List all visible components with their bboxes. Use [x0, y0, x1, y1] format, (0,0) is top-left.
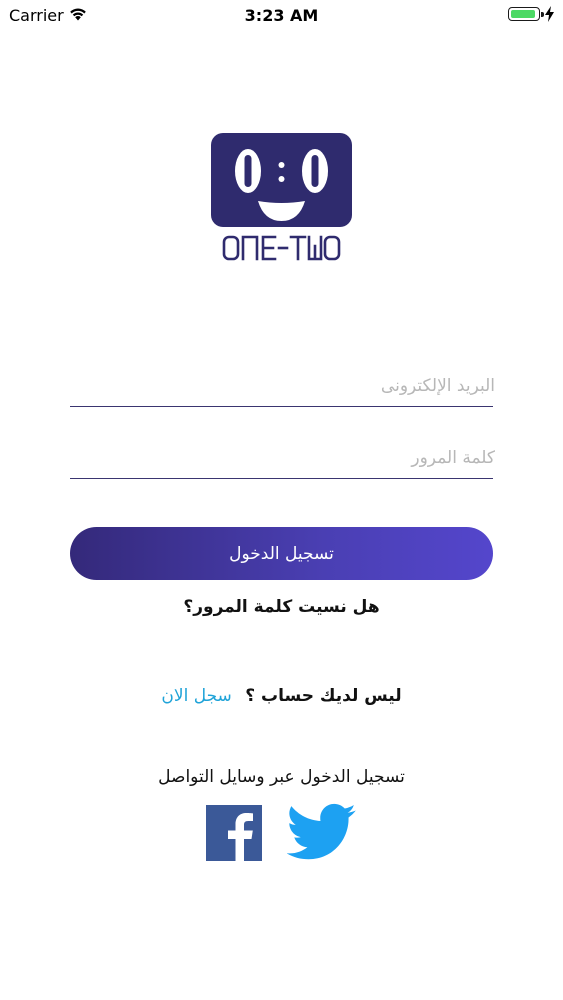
signup-link[interactable]: سجل الان: [161, 686, 231, 706]
status-bar: Carrier 3:23 AM: [0, 0, 563, 30]
password-input[interactable]: [70, 438, 497, 478]
signup-question: ليس لديك حساب ؟: [245, 686, 402, 706]
password-field[interactable]: [70, 438, 497, 479]
logo-wordmark-icon: [222, 235, 341, 261]
charging-icon: [545, 6, 554, 26]
clock: 3:23 AM: [244, 6, 319, 25]
signup-row: ليس لديك حساب ؟ سجل الان: [0, 686, 563, 706]
facebook-icon[interactable]: [206, 805, 262, 861]
email-field[interactable]: [70, 366, 497, 407]
battery-icon: [508, 7, 544, 21]
login-button-label: تسجيل الدخول: [229, 543, 334, 564]
social-login-title: تسجيل الدخول عبر وسايل التواصل: [158, 767, 405, 787]
login-button[interactable]: تسجيل الدخول: [70, 527, 493, 580]
app-logo: [211, 133, 352, 263]
twitter-icon[interactable]: [286, 803, 357, 863]
logo-wordmark: [211, 233, 352, 269]
email-input[interactable]: [70, 366, 497, 406]
logo-face-icon: [211, 133, 352, 227]
forgot-password-link[interactable]: هل نسيت كلمة المرور؟: [0, 597, 563, 617]
